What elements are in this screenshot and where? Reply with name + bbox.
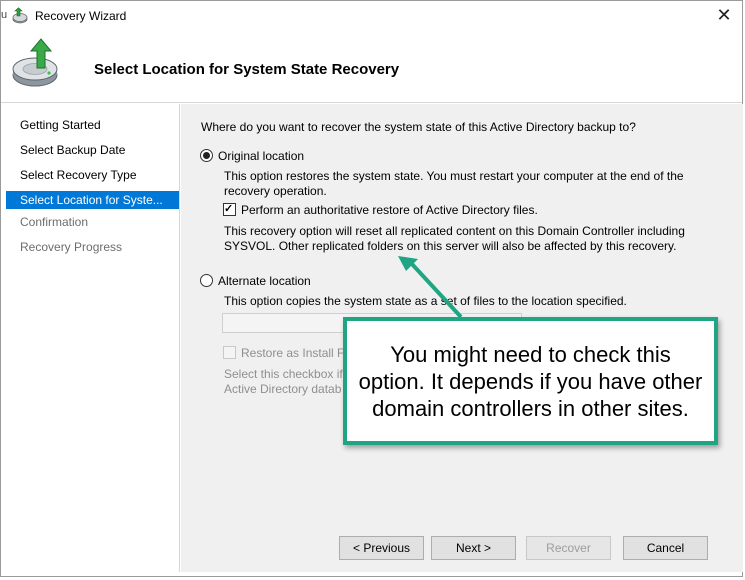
- sidebar-item-getting-started[interactable]: Getting Started: [6, 116, 179, 134]
- callout-text: You might need to check this option. It …: [358, 341, 703, 421]
- wizard-app-icon: [11, 7, 29, 25]
- restore-install-from-media-checkbox: [223, 346, 236, 359]
- left-edge-text: u: [1, 9, 8, 21]
- wizard-header: Select Location for System State Recover…: [1, 31, 742, 103]
- original-location-description-cont: recovery operation.: [224, 184, 327, 198]
- restore-install-from-media-label: Restore as Install Fr: [241, 346, 349, 360]
- annotation-callout: You might need to check this option. It …: [343, 317, 718, 445]
- checkmark-icon: ✓: [224, 203, 234, 215]
- next-button[interactable]: Next >: [431, 536, 516, 560]
- location-question: Where do you want to recover the system …: [201, 120, 636, 134]
- install-from-media-hint: Select this checkbox if: [224, 367, 343, 381]
- original-location-radio[interactable]: [200, 149, 213, 162]
- authoritative-restore-note-cont: SYSVOL. Other replicated folders on this…: [224, 239, 677, 253]
- previous-button[interactable]: < Previous: [339, 536, 424, 560]
- original-location-description: This option restores the system state. Y…: [224, 169, 684, 183]
- recovery-wizard-window: u Recovery Wizard ✕ Select Location for …: [0, 0, 743, 577]
- sidebar-item-recovery-progress: Recovery Progress: [20, 240, 123, 254]
- authoritative-restore-checkbox[interactable]: ✓: [223, 203, 236, 216]
- alternate-location-description: This option copies the system state as a…: [224, 294, 627, 308]
- sidebar-item-select-backup-date[interactable]: Select Backup Date: [6, 141, 179, 159]
- alternate-location-label[interactable]: Alternate location: [218, 274, 311, 288]
- sidebar-item-confirmation: Confirmation: [20, 215, 89, 229]
- window-title: Recovery Wizard: [35, 9, 127, 23]
- sidebar-item-select-location[interactable]: Select Location for Syste...: [6, 191, 179, 209]
- original-location-label[interactable]: Original location: [218, 149, 304, 163]
- wizard-steps-sidebar: Getting Started Select Backup Date Selec…: [6, 104, 180, 572]
- install-from-media-hint-cont: Active Directory datab: [224, 382, 342, 396]
- title-bar: u Recovery Wizard ✕: [1, 1, 742, 31]
- cancel-button[interactable]: Cancel: [623, 536, 708, 560]
- sidebar-item-select-recovery-type[interactable]: Select Recovery Type: [6, 166, 179, 184]
- authoritative-restore-note: This recovery option will reset all repl…: [224, 224, 685, 238]
- authoritative-restore-label[interactable]: Perform an authoritative restore of Acti…: [241, 203, 538, 217]
- alternate-location-radio[interactable]: [200, 274, 213, 287]
- recover-button: Recover: [526, 536, 611, 560]
- page-title: Select Location for System State Recover…: [94, 61, 400, 78]
- backup-restore-icon: [11, 35, 67, 91]
- close-icon[interactable]: ✕: [712, 3, 736, 27]
